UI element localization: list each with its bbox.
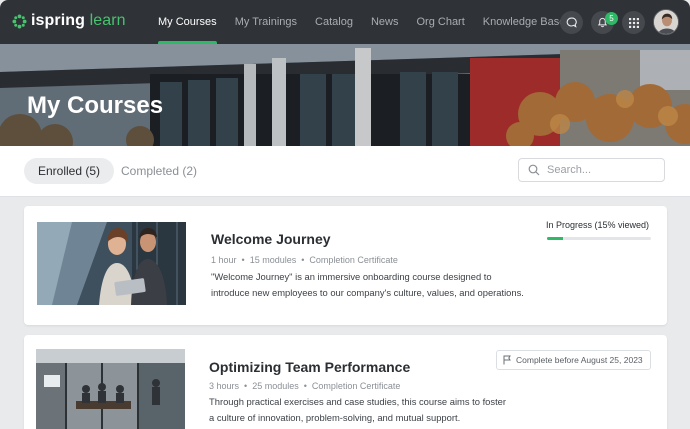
course-description: Through practical exercises and case stu… <box>209 396 507 423</box>
logo[interactable]: ispring learn <box>12 12 126 30</box>
top-navigation-bar: ispring learn My Courses My Trainings Ca… <box>0 0 690 44</box>
nav-catalog[interactable]: Catalog <box>315 0 353 44</box>
course-progress-bar <box>547 237 651 240</box>
course-duration: 1 hour <box>211 255 237 265</box>
search-icon <box>528 164 540 176</box>
app-frame: ispring learn My Courses My Trainings Ca… <box>0 0 690 429</box>
search-input[interactable] <box>547 162 657 178</box>
course-deadline-badge: Complete before August 25, 2023 <box>496 350 651 370</box>
course-certificate: Completion Certificate <box>309 255 398 265</box>
course-deadline-text: Complete before August 25, 2023 <box>516 355 643 365</box>
nav-org-chart[interactable]: Org Chart <box>416 0 464 44</box>
apps-grid-icon <box>628 17 639 28</box>
hero-banner: My Courses <box>0 44 690 146</box>
chat-button[interactable] <box>560 11 583 34</box>
flag-icon <box>503 355 511 365</box>
course-card-welcome-journey[interactable]: Welcome Journey 1 hour • 15 modules • Comple… <box>24 206 667 325</box>
course-status: In Progress (15% viewed) <box>546 220 650 230</box>
user-avatar[interactable] <box>653 9 679 35</box>
course-thumbnail[interactable] <box>37 222 186 305</box>
tab-completed[interactable]: Completed (2) <box>107 158 211 184</box>
chat-icon <box>566 17 577 28</box>
course-certificate: Completion Certificate <box>311 381 401 391</box>
main-nav: My Courses My Trainings Catalog News Org… <box>158 0 583 44</box>
nav-my-trainings[interactable]: My Trainings <box>235 0 297 44</box>
user-photo <box>654 10 678 34</box>
course-meta: 3 hours • 25 modules • Completion Certificat… <box>209 381 401 391</box>
course-description: "Welcome Journey" is an immersive onboar… <box>211 271 524 298</box>
course-modules: 25 modules <box>252 381 299 391</box>
nav-my-courses[interactable]: My Courses <box>158 0 217 44</box>
page-title: My Courses <box>27 92 164 119</box>
course-duration: 3 hours <box>209 381 240 391</box>
notification-count-badge: 5 <box>605 12 618 25</box>
course-modules: 15 modules <box>249 255 297 265</box>
course-title[interactable]: Welcome Journey <box>211 231 331 247</box>
search-box <box>518 158 665 182</box>
course-image-office-meeting <box>36 349 185 429</box>
course-image-people-with-tablet <box>37 222 186 305</box>
logo-mark-icon <box>12 13 27 29</box>
course-card-optimizing-team-performance[interactable]: Optimizing Team Performance 3 hours • 25 m… <box>24 335 667 429</box>
course-meta: 1 hour • 15 modules • Completion Certificate <box>211 255 398 265</box>
logo-text: ispring learn <box>31 12 126 29</box>
course-progress-fill <box>547 237 563 240</box>
course-title[interactable]: Optimizing Team Performance <box>209 359 410 375</box>
apps-button[interactable] <box>622 11 645 34</box>
tab-enrolled[interactable]: Enrolled (5) <box>24 158 115 184</box>
nav-knowledge-base[interactable]: Knowledge Base <box>483 0 566 44</box>
course-thumbnail[interactable] <box>36 349 185 429</box>
nav-news[interactable]: News <box>371 0 399 44</box>
